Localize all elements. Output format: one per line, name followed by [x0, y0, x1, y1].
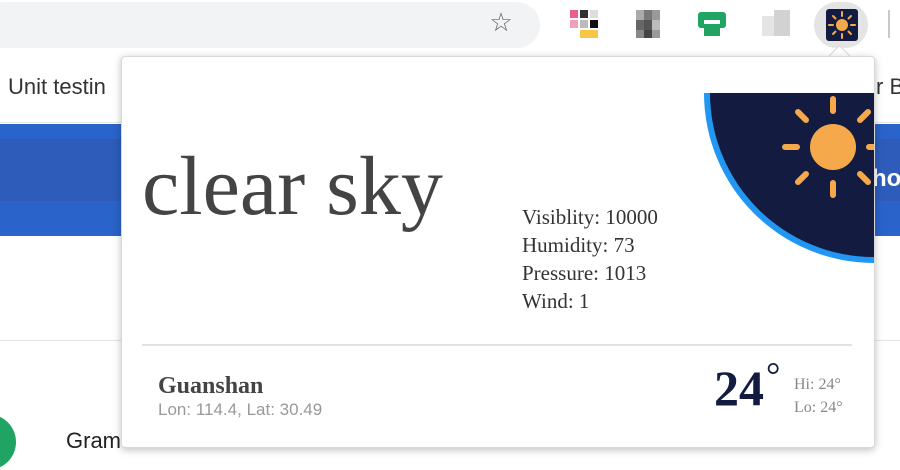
- detail-label: Visiblity:: [522, 205, 601, 229]
- extension-grayscale-icon[interactable]: [632, 8, 664, 40]
- coords-separator: ,: [237, 400, 242, 419]
- temperature-value: 24: [714, 360, 764, 416]
- high-temperature: Hi: 24°: [794, 373, 843, 396]
- visibility-row: Visiblity: 10000: [522, 203, 658, 231]
- weather-extension-icon: [826, 9, 858, 41]
- detail-label: Wind:: [522, 289, 574, 313]
- lon-label: Lon:: [158, 400, 192, 419]
- high-low: Hi: 24° Lo: 24°: [794, 373, 843, 419]
- lat-value: 30.49: [279, 400, 323, 419]
- bookmark-item[interactable]: Unit testin: [8, 74, 106, 100]
- weather-popup: clear sky Visiblity: 10000 Humidity: 73 …: [121, 56, 875, 448]
- lon-value: 114.4: [195, 400, 238, 419]
- coordinates: Lon: 114.4, Lat: 30.49: [158, 400, 322, 420]
- extension-light-icon[interactable]: [760, 8, 792, 40]
- pressure-row: Pressure: 1013: [522, 259, 658, 287]
- low-label: Lo:: [794, 399, 817, 416]
- city-name: Guanshan: [158, 373, 264, 399]
- wind-row: Wind: 1: [522, 287, 658, 315]
- bookmark-item[interactable]: r B: [876, 74, 900, 100]
- weather-details: Visiblity: 10000 Humidity: 73 Pressure: …: [522, 203, 658, 315]
- extension-pixel-icon[interactable]: [568, 8, 600, 40]
- browser-toolbar: ☆: [0, 0, 900, 52]
- humidity-row: Humidity: 73: [522, 231, 658, 259]
- popup-divider: [142, 344, 852, 346]
- sun-badge: [694, 93, 874, 273]
- lat-label: Lat:: [246, 400, 275, 419]
- weather-extension-button[interactable]: [814, 2, 868, 48]
- toolbar-divider: [888, 10, 890, 38]
- low-temperature: Lo: 24°: [794, 396, 843, 419]
- current-temperature: 24°: [714, 357, 780, 416]
- weather-condition: clear sky: [142, 140, 443, 233]
- address-bar[interactable]: [0, 2, 540, 48]
- degree-symbol: °: [766, 355, 781, 395]
- page-list-item[interactable]: Gram: [66, 428, 121, 454]
- detail-label: Humidity:: [522, 233, 609, 257]
- bookmark-star-icon[interactable]: ☆: [486, 8, 516, 38]
- high-label: Hi:: [794, 376, 815, 393]
- humidity-value: 73: [613, 233, 635, 257]
- high-value: 24°: [818, 376, 841, 393]
- visibility-value: 10000: [605, 205, 658, 229]
- extension-green-icon[interactable]: [696, 8, 728, 40]
- wind-value: 1: [578, 289, 590, 313]
- low-value: 24°: [820, 399, 843, 416]
- page-header-text: hoo: [872, 165, 900, 192]
- pressure-value: 1013: [604, 261, 647, 285]
- detail-label: Pressure:: [522, 261, 599, 285]
